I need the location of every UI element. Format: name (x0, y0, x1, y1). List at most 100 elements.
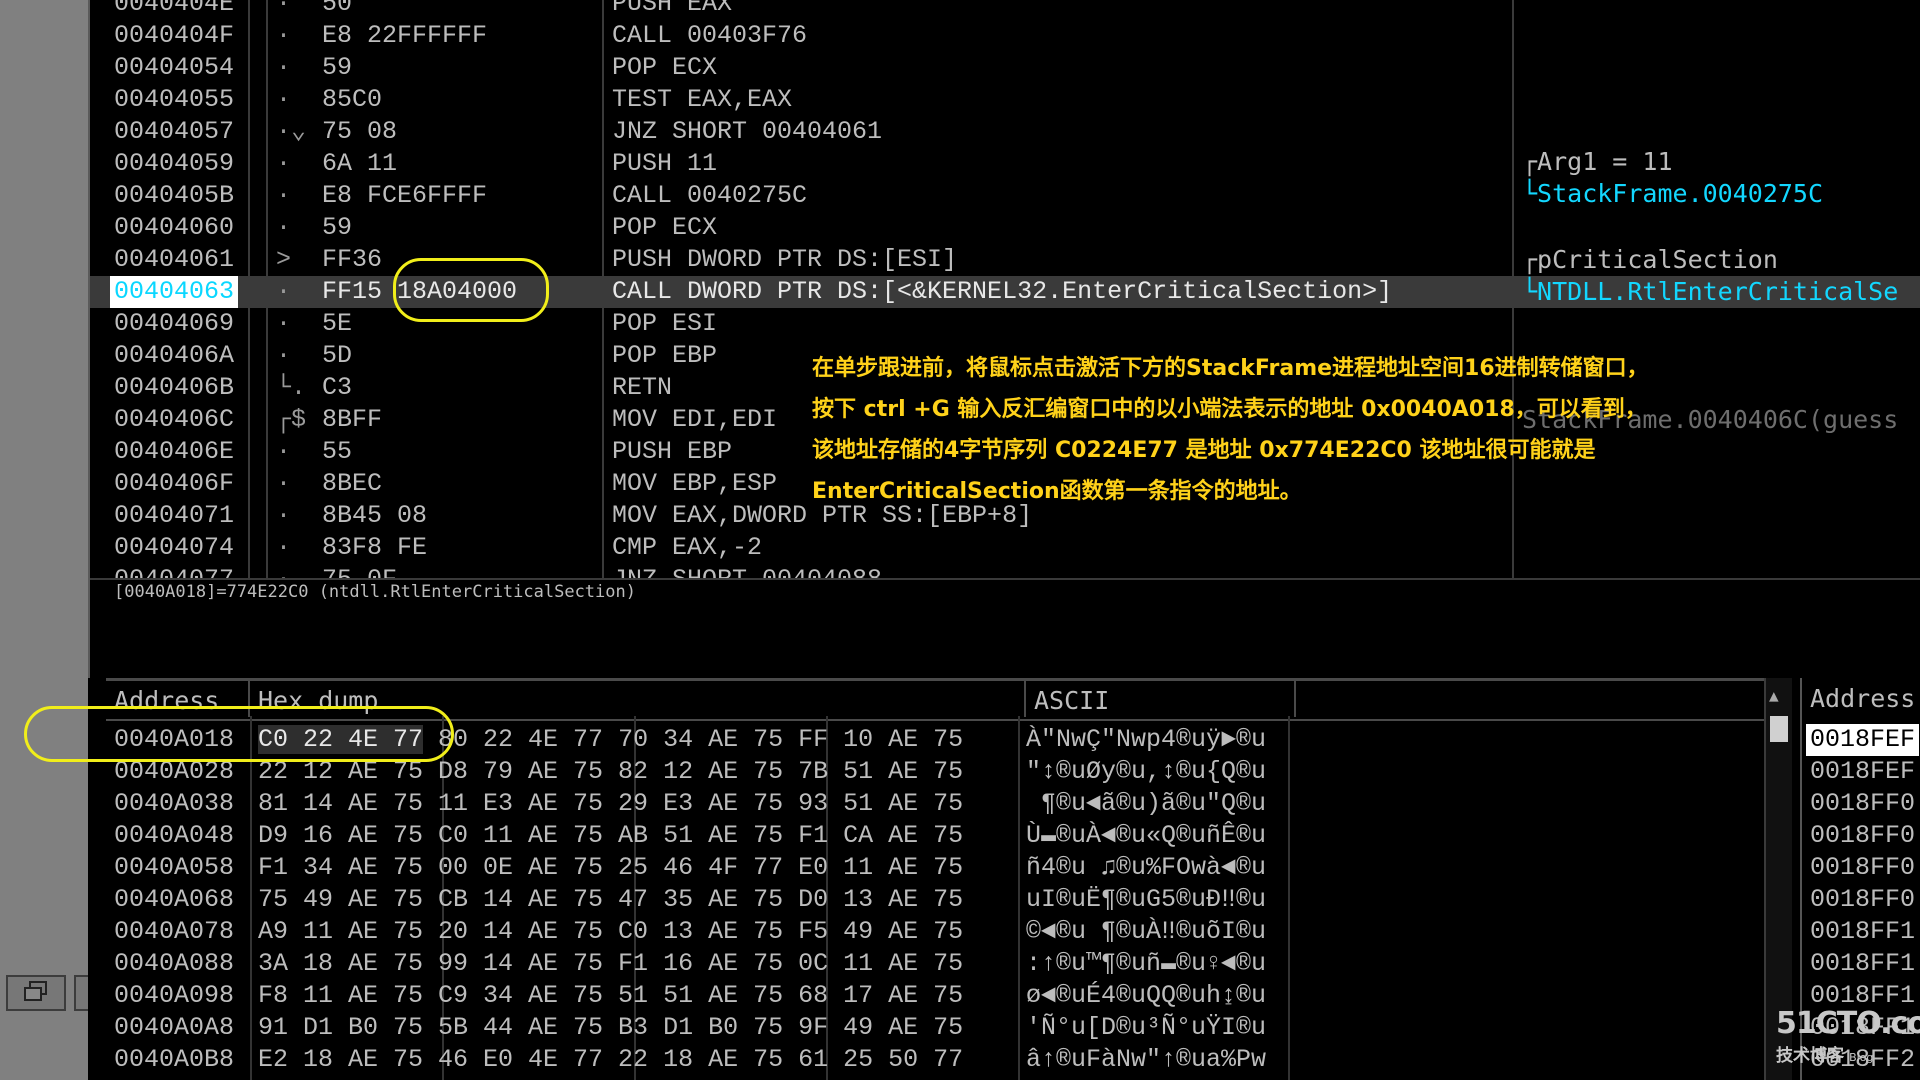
stack-address[interactable]: 0018FEF (1810, 756, 1915, 788)
disasm-address: 0040404F (114, 21, 235, 50)
watermark: 51CTO.com 技术博客 Blog (1776, 1006, 1920, 1066)
dump-hex-bytes: 75 49 AE 75 CB 14 AE 75 47 35 AE 75 D0 1… (258, 885, 964, 914)
disasm-hex-bytes: E8 22FFFFFF (322, 21, 488, 50)
disasm-hex-bytes: C3 (322, 373, 353, 402)
dump-ascii: 'Ñ°u[D®u³Ñ°uŸI®u (1026, 1013, 1267, 1042)
highlight-ellipse-dump (24, 706, 454, 762)
dump-rest-bytes: 80 22 4E 77 70 34 AE 75 FF 10 AE 75 (423, 725, 964, 754)
disasm-marker: · (276, 437, 292, 466)
disasm-instruction: CALL DWORD PTR DS:[<&KERNEL32.EnterCriti… (612, 277, 1393, 306)
comment-stackframe-call: └StackFrame.0040275C (1522, 179, 1824, 208)
disasm-address: 0040406B (114, 373, 235, 402)
disasm-marker: · (276, 85, 292, 114)
disasm-marker: · (276, 341, 292, 370)
disasm-instruction: CMP EAX,-2 (612, 533, 763, 562)
disasm-row[interactable]: 0040404F · E8 22FFFFFF CALL 00403F76 (90, 20, 1920, 52)
stack-address[interactable]: 0018FF1 (1810, 948, 1915, 980)
disasm-address: 0040406E (114, 437, 235, 466)
stack-address[interactable]: 0018FF0 (1810, 852, 1915, 884)
disasm-hex-bytes: 85C0 (322, 85, 383, 114)
dump-address: 0040A088 (114, 949, 235, 978)
annotation-line-4: EnterCriticalSection函数第一条指令的地址。 (812, 479, 1302, 504)
disasm-instruction: JNZ SHORT 00404088 (612, 564, 882, 578)
dump-address: 0040A0A8 (114, 1013, 235, 1042)
comment-pcriticalsection: ┌pCriticalSection (1522, 245, 1778, 274)
disasm-row[interactable]: 00404069 · 5E POP ESI (90, 308, 1920, 340)
annotation-line-3: 该地址存储的4字节序列 C0224E77 是地址 0x774E22C0 该地址很… (812, 438, 1596, 463)
disasm-instruction: PUSH DWORD PTR DS:[ESI] (612, 245, 958, 274)
restore-window-button[interactable] (6, 975, 66, 1011)
disasm-address: 0040406F (114, 469, 235, 498)
disasm-address: 00404077 (114, 564, 234, 578)
column-divider (1288, 716, 1290, 1080)
dump-hex-bytes: A9 11 AE 75 20 14 AE 75 C0 13 AE 75 F5 4… (258, 917, 964, 946)
disasm-row[interactable]: 00404060 · 59 POP ECX (90, 212, 1920, 244)
disasm-marker: └. (276, 373, 307, 402)
disasm-hex-bytes: 75 08 (322, 117, 398, 146)
watermark-brand: 51CTO.com (1776, 1006, 1920, 1041)
stack-address[interactable]: 0018FEF (1806, 724, 1920, 756)
disasm-row[interactable]: 00404077 · 75 0F JNZ SHORT 00404088 (90, 564, 1920, 578)
dump-hex-bytes: 81 14 AE 75 11 E3 AE 75 29 E3 AE 75 93 5… (258, 789, 964, 818)
dump-ascii: ø◄®uÉ4®uQQ®uh↨®u (1026, 981, 1267, 1010)
header-ascii[interactable]: ASCII (1026, 681, 1296, 717)
disasm-row[interactable]: 00404074 · 83F8 FE CMP EAX,-2 (90, 532, 1920, 564)
dump-ascii: ©◄®u ¶®uÀ‼®uõI®u (1026, 917, 1267, 946)
dump-hex-bytes: 91 D1 B0 75 5B 44 AE 75 B3 D1 B0 75 9F 4… (258, 1013, 964, 1042)
disasm-marker: · (276, 21, 292, 50)
disasm-hex-bytes: 8B45 08 (322, 501, 428, 530)
dump-hex-bytes: F8 11 AE 75 C9 34 AE 75 51 51 AE 75 68 1… (258, 981, 964, 1010)
disasm-hex-bytes: 59 (322, 213, 353, 242)
disasm-hex-bytes: 6A 11 (322, 149, 398, 178)
scroll-thumb[interactable] (1770, 716, 1788, 742)
disasm-marker: · (276, 564, 291, 578)
disasm-marker: · (276, 149, 292, 178)
stack-header[interactable]: Address (1810, 684, 1915, 713)
disasm-address: 00404057 (114, 117, 235, 146)
watermark-tag: Blog (1849, 1051, 1874, 1064)
dump-hex-bytes: D9 16 AE 75 C0 11 AE 75 AB 51 AE 75 F1 C… (258, 821, 964, 850)
stack-address[interactable]: 0018FF0 (1810, 884, 1915, 916)
disasm-instruction: POP EBP (612, 341, 718, 370)
disasm-address: 00404063 (110, 276, 239, 308)
disasm-instruction: MOV EBP,ESP (612, 469, 778, 498)
disasm-address: 00404071 (114, 501, 235, 530)
disasm-row[interactable]: 0040404E · 50 PUSH EAX (90, 0, 1920, 20)
stack-address[interactable]: 0018FF1 (1810, 916, 1915, 948)
dump-address: 0040A098 (114, 981, 235, 1010)
disasm-address: 00404069 (114, 309, 235, 338)
disasm-row[interactable]: 00404055 · 85C0 TEST EAX,EAX (90, 84, 1920, 116)
disasm-address: 00404074 (114, 533, 235, 562)
watermark-subtitle: 技术博客 (1776, 1046, 1844, 1066)
disasm-row[interactable]: 00404057 ·⌄ 75 08 JNZ SHORT 00404061 (90, 116, 1920, 148)
disasm-hex-bytes: 8BEC (322, 469, 383, 498)
info-text: [0040A018]=774E22C0 (ntdll.RtlEnterCriti… (114, 582, 636, 602)
scroll-left-button[interactable] (74, 975, 88, 1011)
disasm-instruction: POP ECX (612, 53, 718, 82)
left-side-panel (0, 0, 90, 1080)
disasm-hex-bytes: FF36 (322, 245, 383, 274)
disasm-marker: · (276, 533, 292, 562)
disasm-instruction: RETN (612, 373, 673, 402)
disasm-instruction: JNZ SHORT 00404061 (612, 117, 883, 146)
disasm-marker: · (276, 469, 292, 498)
annotation-line-1: 在单步跟进前，将鼠标点击激活下方的StackFrame进程地址空间16进制转储窗… (812, 356, 1649, 381)
disasm-hex-bytes: 8BFF (322, 405, 383, 434)
disasm-instruction: PUSH EAX (612, 0, 733, 18)
disasm-marker: ·⌄ (276, 117, 307, 146)
stack-address[interactable]: 0018FF0 (1810, 820, 1915, 852)
disasm-marker: · (276, 309, 292, 338)
disasm-instruction: PUSH EBP (612, 437, 733, 466)
disasm-hex-bytes: E8 FCE6FFFF (322, 181, 488, 210)
disasm-address: 0040404E (114, 0, 235, 18)
disasm-instruction: CALL 00403F76 (612, 21, 808, 50)
disasm-hex-bytes: 55 (322, 437, 353, 466)
disasm-address: 00404059 (114, 149, 235, 178)
dump-ascii: ¶®u◄ã®u)ã®u"Q®u (1026, 789, 1267, 818)
scroll-up-icon[interactable]: ▲ (1769, 686, 1779, 705)
disasm-address: 00404061 (114, 245, 235, 274)
disasm-row[interactable]: 00404054 · 59 POP ECX (90, 52, 1920, 84)
disasm-marker: · (276, 0, 292, 18)
stack-address[interactable]: 0018FF0 (1810, 788, 1915, 820)
disasm-address: 0040406A (114, 341, 235, 370)
